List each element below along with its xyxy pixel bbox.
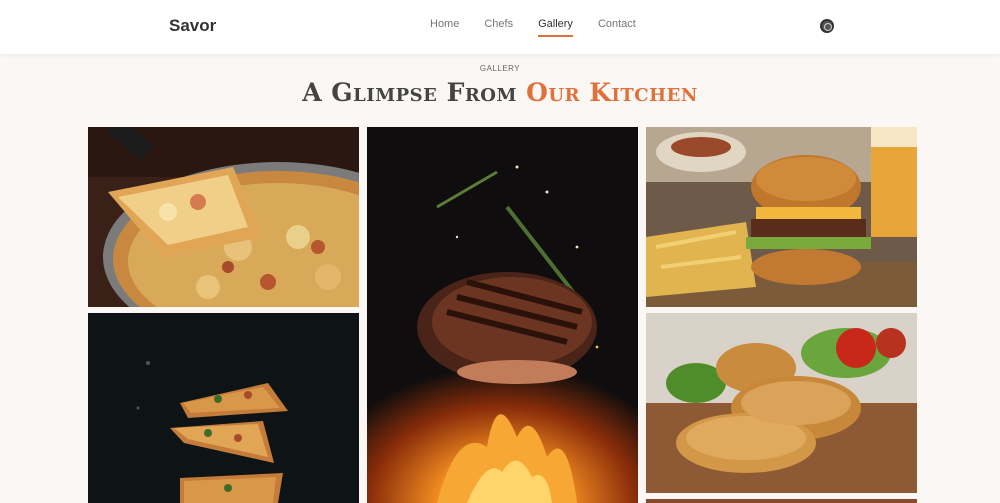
profile-icon[interactable]	[820, 19, 834, 33]
brand-logo[interactable]: Savor	[169, 16, 216, 36]
pizza-photo[interactable]	[88, 127, 359, 307]
nav-gallery[interactable]: Gallery	[538, 18, 573, 37]
nav-chefs[interactable]: Chefs	[484, 18, 513, 37]
section-title: A Glimpse From Our Kitchen	[0, 78, 1000, 107]
nav-links: Home Chefs Gallery Contact	[430, 18, 661, 37]
pizza-slices-photo[interactable]	[88, 313, 359, 503]
fried-chicken-photo[interactable]	[646, 313, 917, 493]
burger-photo[interactable]	[646, 127, 917, 307]
title-accent: Our Kitchen	[526, 78, 698, 107]
section-eyebrow: GALLERY	[479, 64, 521, 73]
top-navbar: Savor Home Chefs Gallery Contact	[0, 0, 1000, 54]
grilled-steak-photo[interactable]	[367, 127, 638, 503]
nav-contact[interactable]: Contact	[598, 18, 636, 37]
nav-home[interactable]: Home	[430, 18, 459, 37]
dish-photo[interactable]	[646, 499, 917, 503]
title-main: A Glimpse From	[302, 78, 527, 107]
